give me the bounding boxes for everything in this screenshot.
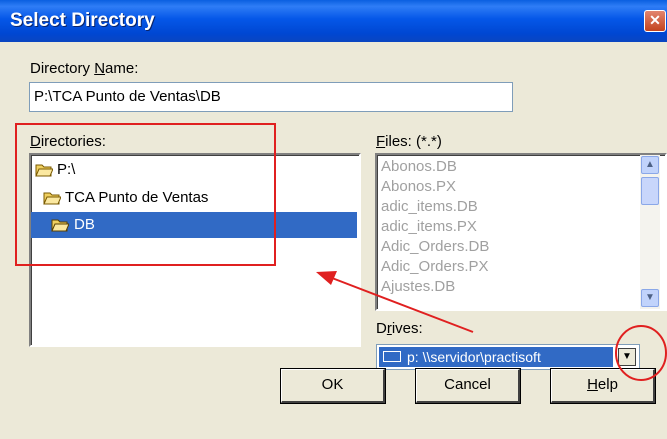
files-label: Files: (*.*) (376, 133, 442, 150)
title-bar[interactable]: Select Directory ✕ (0, 0, 667, 42)
drives-label: Drives: (376, 320, 423, 337)
directory-name-input[interactable]: P:\TCA Punto de Ventas\DB (29, 82, 513, 112)
files-list[interactable]: Abonos.DB Abonos.PX adic_items.DB adic_i… (375, 153, 667, 311)
scroll-up-button[interactable]: ▲ (641, 156, 659, 174)
chevron-up-icon: ▲ (645, 159, 655, 170)
file-item[interactable]: Abonos.PX (381, 177, 456, 197)
directory-name-label: Directory Name: (30, 60, 139, 77)
drives-dropdown-button[interactable]: ▼ (618, 348, 636, 366)
directory-item-db[interactable]: DB (31, 212, 357, 238)
drives-value-text: p: \\servidor\practisoft (407, 349, 541, 365)
scroll-down-button[interactable]: ▼ (641, 289, 659, 307)
network-drive-icon (383, 351, 401, 362)
file-item[interactable]: Ajustes.DB (381, 277, 455, 297)
file-item[interactable]: Abonos.DB (381, 157, 457, 177)
directory-item-tca[interactable]: TCA Punto de Ventas (31, 185, 357, 211)
open-folder-icon (51, 219, 69, 232)
chevron-down-icon: ▼ (622, 351, 632, 362)
help-button[interactable]: Help (551, 369, 655, 403)
file-item[interactable]: Adic_Orders.PX (381, 257, 489, 277)
file-item[interactable]: adic_items.DB (381, 197, 478, 217)
open-folder-icon (43, 192, 61, 205)
scroll-thumb[interactable] (641, 177, 659, 205)
close-button[interactable]: ✕ (644, 10, 666, 32)
file-item[interactable]: Adic_Orders.DB (381, 237, 489, 257)
directory-item-label: DB (74, 216, 95, 233)
close-icon: ✕ (649, 12, 661, 28)
directory-name-value: P:\TCA Punto de Ventas\DB (34, 88, 221, 105)
directory-item-root[interactable]: P:\ (31, 157, 357, 183)
directory-item-label: P:\ (57, 161, 76, 178)
drives-select[interactable]: p: \\servidor\practisoft ▼ (376, 344, 640, 370)
select-directory-dialog: Select Directory ✕ Directory Name: P:\TC… (0, 0, 667, 439)
directories-label: Directories: (30, 133, 106, 150)
chevron-down-icon: ▼ (645, 292, 655, 303)
drives-selected-value: p: \\servidor\practisoft (379, 347, 613, 367)
directories-list[interactable]: P:\ TCA Punto de Ventas DB (29, 153, 361, 347)
cancel-button[interactable]: Cancel (416, 369, 520, 403)
files-scrollbar[interactable]: ▲ ▼ (640, 155, 660, 309)
dialog-title: Select Directory (10, 10, 155, 31)
directory-item-label: TCA Punto de Ventas (65, 189, 209, 206)
ok-button[interactable]: OK (281, 369, 385, 403)
file-item[interactable]: adic_items.PX (381, 217, 477, 237)
open-folder-icon (35, 164, 53, 177)
